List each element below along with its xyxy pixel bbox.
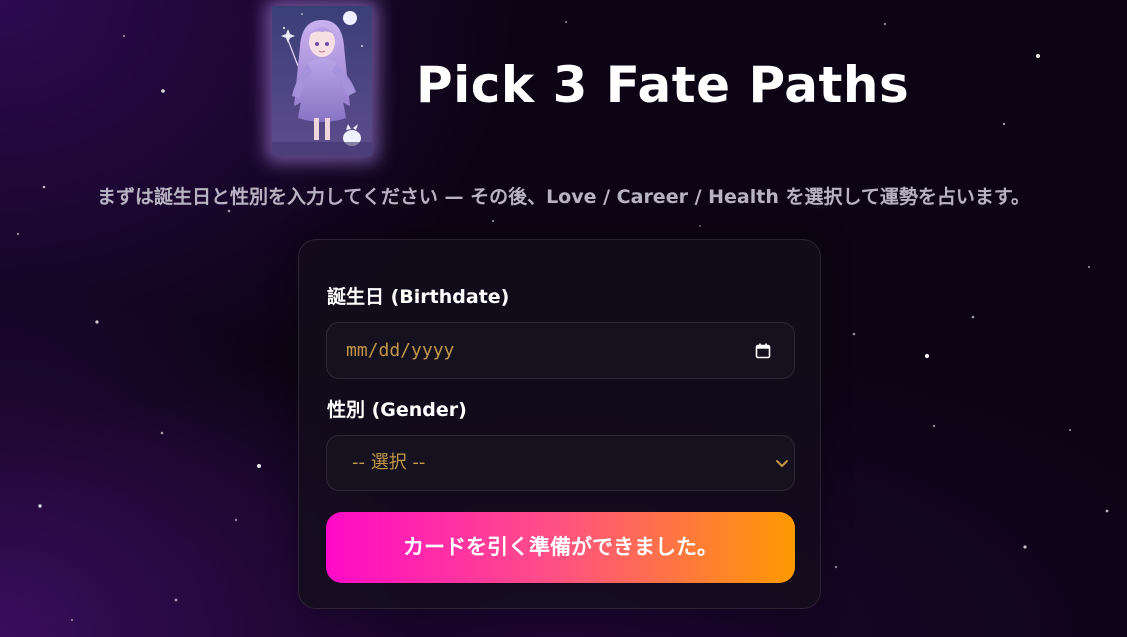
page-subtitle: まずは誕生日と性別を入力してください — その後、Love / Career /… (96, 186, 1030, 208)
gender-label: 性別 (Gender) (327, 399, 467, 421)
gender-selected-value: -- 選択 -- (352, 452, 426, 473)
anime-witch-card-image (272, 6, 372, 156)
hero-card-image (272, 6, 372, 156)
chevron-down-icon (776, 460, 788, 467)
calendar-icon[interactable] (754, 342, 772, 360)
page-header: Pick 3 Fate Paths (0, 0, 1127, 170)
fortune-form-card: 誕生日 (Birthdate) mm/dd/yyyy 性別 (Gender) -… (298, 239, 821, 609)
draw-cards-button[interactable]: カードを引く準備ができました。 (326, 512, 795, 583)
page-title: Pick 3 Fate Paths (416, 56, 910, 114)
birthdate-label: 誕生日 (Birthdate) (327, 286, 510, 308)
birthdate-placeholder: mm/dd/yyyy (346, 340, 455, 361)
gender-select[interactable]: -- 選択 -- (326, 435, 795, 491)
birthdate-input[interactable]: mm/dd/yyyy (326, 322, 795, 379)
